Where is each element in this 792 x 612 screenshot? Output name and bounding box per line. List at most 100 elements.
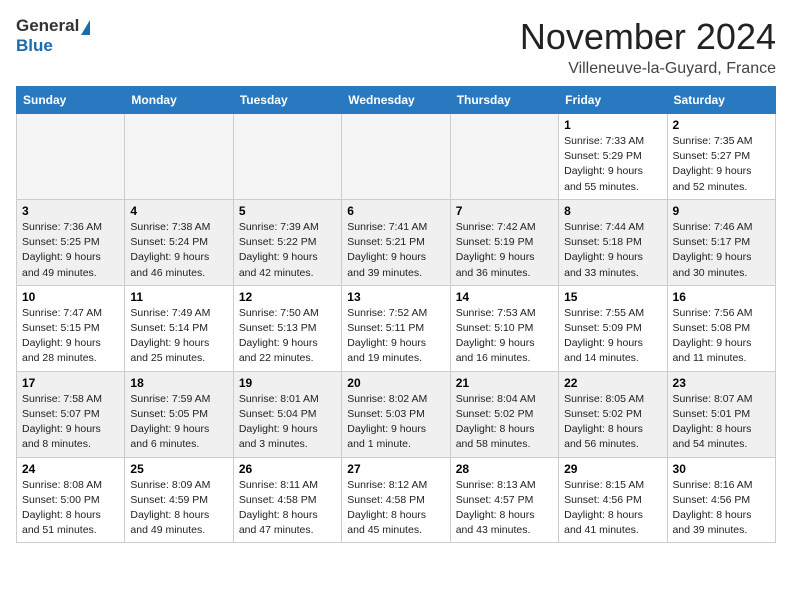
calendar-cell: 4 Sunrise: 7:38 AM Sunset: 5:24 PM Daylig… <box>125 199 233 285</box>
day-info: Sunrise: 8:05 AM Sunset: 5:02 PM Dayligh… <box>564 392 661 453</box>
day-number: 27 <box>347 462 444 476</box>
day-info: Sunrise: 7:39 AM Sunset: 5:22 PM Dayligh… <box>239 220 336 281</box>
day-info: Sunrise: 7:46 AM Sunset: 5:17 PM Dayligh… <box>673 220 770 281</box>
day-info: Sunrise: 7:58 AM Sunset: 5:07 PM Dayligh… <box>22 392 119 453</box>
calendar-cell: 5 Sunrise: 7:39 AM Sunset: 5:22 PM Daylig… <box>233 199 341 285</box>
logo-triangle-icon <box>81 20 90 35</box>
day-info: Sunrise: 7:56 AM Sunset: 5:08 PM Dayligh… <box>673 306 770 367</box>
calendar-cell: 23Sunrise: 8:07 AM Sunset: 5:01 PM Dayli… <box>667 371 775 457</box>
day-info: Sunrise: 7:52 AM Sunset: 5:11 PM Dayligh… <box>347 306 444 367</box>
calendar-cell: 22 Sunrise: 8:05 AM Sunset: 5:02 PM Dayli… <box>559 371 667 457</box>
weekday-header: Saturday <box>667 87 775 114</box>
day-info: Sunrise: 8:02 AM Sunset: 5:03 PM Dayligh… <box>347 392 444 453</box>
calendar-cell: 14Sunrise: 7:53 AM Sunset: 5:10 PM Dayli… <box>450 285 558 371</box>
calendar-cell: 10 Sunrise: 7:47 AM Sunset: 5:15 PM Dayli… <box>17 285 125 371</box>
day-number: 10 <box>22 290 119 304</box>
calendar-cell <box>17 114 125 200</box>
day-info: Sunrise: 7:47 AM Sunset: 5:15 PM Dayligh… <box>22 306 119 367</box>
day-number: 21 <box>456 376 553 390</box>
calendar-cell <box>342 114 450 200</box>
calendar-cell: 13 Sunrise: 7:52 AM Sunset: 5:11 PM Dayli… <box>342 285 450 371</box>
calendar-cell: 21 Sunrise: 8:04 AM Sunset: 5:02 PM Dayli… <box>450 371 558 457</box>
calendar-cell: 11 Sunrise: 7:49 AM Sunset: 5:14 PM Dayli… <box>125 285 233 371</box>
month-title: November 2024 <box>520 16 776 58</box>
logo: General Blue <box>16 16 90 57</box>
day-info: Sunrise: 7:49 AM Sunset: 5:14 PM Dayligh… <box>130 306 227 367</box>
day-number: 18 <box>130 376 227 390</box>
day-number: 24 <box>22 462 119 476</box>
calendar-cell: 17 Sunrise: 7:58 AM Sunset: 5:07 PM Dayli… <box>17 371 125 457</box>
calendar-cell: 12 Sunrise: 7:50 AM Sunset: 5:13 PM Dayli… <box>233 285 341 371</box>
day-number: 26 <box>239 462 336 476</box>
calendar-cell: 8 Sunrise: 7:44 AM Sunset: 5:18 PM Daylig… <box>559 199 667 285</box>
calendar-cell: 18Sunrise: 7:59 AM Sunset: 5:05 PM Dayli… <box>125 371 233 457</box>
page-header: General Blue November 2024 Villeneuve-la… <box>16 16 776 78</box>
day-info: Sunrise: 7:55 AM Sunset: 5:09 PM Dayligh… <box>564 306 661 367</box>
day-number: 30 <box>673 462 770 476</box>
weekday-header: Wednesday <box>342 87 450 114</box>
calendar-cell: 9 Sunrise: 7:46 AM Sunset: 5:17 PM Daylig… <box>667 199 775 285</box>
day-info: Sunrise: 8:01 AM Sunset: 5:04 PM Dayligh… <box>239 392 336 453</box>
day-info: Sunrise: 7:44 AM Sunset: 5:18 PM Dayligh… <box>564 220 661 281</box>
day-number: 9 <box>673 204 770 218</box>
calendar-cell <box>125 114 233 200</box>
day-info: Sunrise: 8:16 AM Sunset: 4:56 PM Dayligh… <box>673 478 770 539</box>
calendar-cell <box>450 114 558 200</box>
calendar-cell: 15Sunrise: 7:55 AM Sunset: 5:09 PM Dayli… <box>559 285 667 371</box>
day-number: 5 <box>239 204 336 218</box>
calendar-cell: 20 Sunrise: 8:02 AM Sunset: 5:03 PM Dayli… <box>342 371 450 457</box>
day-number: 1 <box>564 118 661 132</box>
weekday-header: Monday <box>125 87 233 114</box>
day-info: Sunrise: 7:38 AM Sunset: 5:24 PM Dayligh… <box>130 220 227 281</box>
day-number: 7 <box>456 204 553 218</box>
calendar-cell: 19 Sunrise: 8:01 AM Sunset: 5:04 PM Dayli… <box>233 371 341 457</box>
day-number: 13 <box>347 290 444 304</box>
day-info: Sunrise: 8:15 AM Sunset: 4:56 PM Dayligh… <box>564 478 661 539</box>
day-info: Sunrise: 8:11 AM Sunset: 4:58 PM Dayligh… <box>239 478 336 539</box>
day-number: 17 <box>22 376 119 390</box>
location: Villeneuve-la-Guyard, France <box>520 60 776 78</box>
calendar-week-row: 24 Sunrise: 8:08 AM Sunset: 5:00 PM Dayli… <box>17 457 776 543</box>
day-number: 14 <box>456 290 553 304</box>
calendar-week-row: 1 Sunrise: 7:33 AM Sunset: 5:29 PM Daylig… <box>17 114 776 200</box>
day-info: Sunrise: 7:33 AM Sunset: 5:29 PM Dayligh… <box>564 134 661 195</box>
day-number: 12 <box>239 290 336 304</box>
logo-blue: Blue <box>16 36 53 55</box>
day-number: 11 <box>130 290 227 304</box>
day-info: Sunrise: 8:04 AM Sunset: 5:02 PM Dayligh… <box>456 392 553 453</box>
day-number: 8 <box>564 204 661 218</box>
day-number: 29 <box>564 462 661 476</box>
calendar-cell: 29 Sunrise: 8:15 AM Sunset: 4:56 PM Dayli… <box>559 457 667 543</box>
day-number: 22 <box>564 376 661 390</box>
calendar-week-row: 10 Sunrise: 7:47 AM Sunset: 5:15 PM Dayli… <box>17 285 776 371</box>
weekday-header: Tuesday <box>233 87 341 114</box>
day-info: Sunrise: 8:13 AM Sunset: 4:57 PM Dayligh… <box>456 478 553 539</box>
day-number: 19 <box>239 376 336 390</box>
calendar-cell: 3Sunrise: 7:36 AM Sunset: 5:25 PM Daylig… <box>17 199 125 285</box>
weekday-header: Sunday <box>17 87 125 114</box>
calendar-cell: 25 Sunrise: 8:09 AM Sunset: 4:59 PM Dayli… <box>125 457 233 543</box>
calendar-cell: 24 Sunrise: 8:08 AM Sunset: 5:00 PM Dayli… <box>17 457 125 543</box>
day-info: Sunrise: 8:08 AM Sunset: 5:00 PM Dayligh… <box>22 478 119 539</box>
calendar-table: SundayMondayTuesdayWednesdayThursdayFrid… <box>16 86 776 543</box>
day-number: 20 <box>347 376 444 390</box>
day-info: Sunrise: 8:12 AM Sunset: 4:58 PM Dayligh… <box>347 478 444 539</box>
title-block: November 2024 Villeneuve-la-Guyard, Fran… <box>520 16 776 78</box>
weekday-header: Friday <box>559 87 667 114</box>
day-info: Sunrise: 7:41 AM Sunset: 5:21 PM Dayligh… <box>347 220 444 281</box>
day-number: 16 <box>673 290 770 304</box>
day-info: Sunrise: 8:09 AM Sunset: 4:59 PM Dayligh… <box>130 478 227 539</box>
weekday-header: Thursday <box>450 87 558 114</box>
calendar-cell: 7Sunrise: 7:42 AM Sunset: 5:19 PM Daylig… <box>450 199 558 285</box>
calendar-cell: 2Sunrise: 7:35 AM Sunset: 5:27 PM Daylig… <box>667 114 775 200</box>
calendar-week-row: 17 Sunrise: 7:58 AM Sunset: 5:07 PM Dayli… <box>17 371 776 457</box>
day-number: 3 <box>22 204 119 218</box>
calendar-week-row: 3Sunrise: 7:36 AM Sunset: 5:25 PM Daylig… <box>17 199 776 285</box>
day-info: Sunrise: 7:50 AM Sunset: 5:13 PM Dayligh… <box>239 306 336 367</box>
calendar-cell: 26 Sunrise: 8:11 AM Sunset: 4:58 PM Dayli… <box>233 457 341 543</box>
calendar-cell: 16 Sunrise: 7:56 AM Sunset: 5:08 PM Dayli… <box>667 285 775 371</box>
day-number: 4 <box>130 204 227 218</box>
logo-general: General <box>16 16 79 35</box>
day-number: 28 <box>456 462 553 476</box>
day-number: 25 <box>130 462 227 476</box>
